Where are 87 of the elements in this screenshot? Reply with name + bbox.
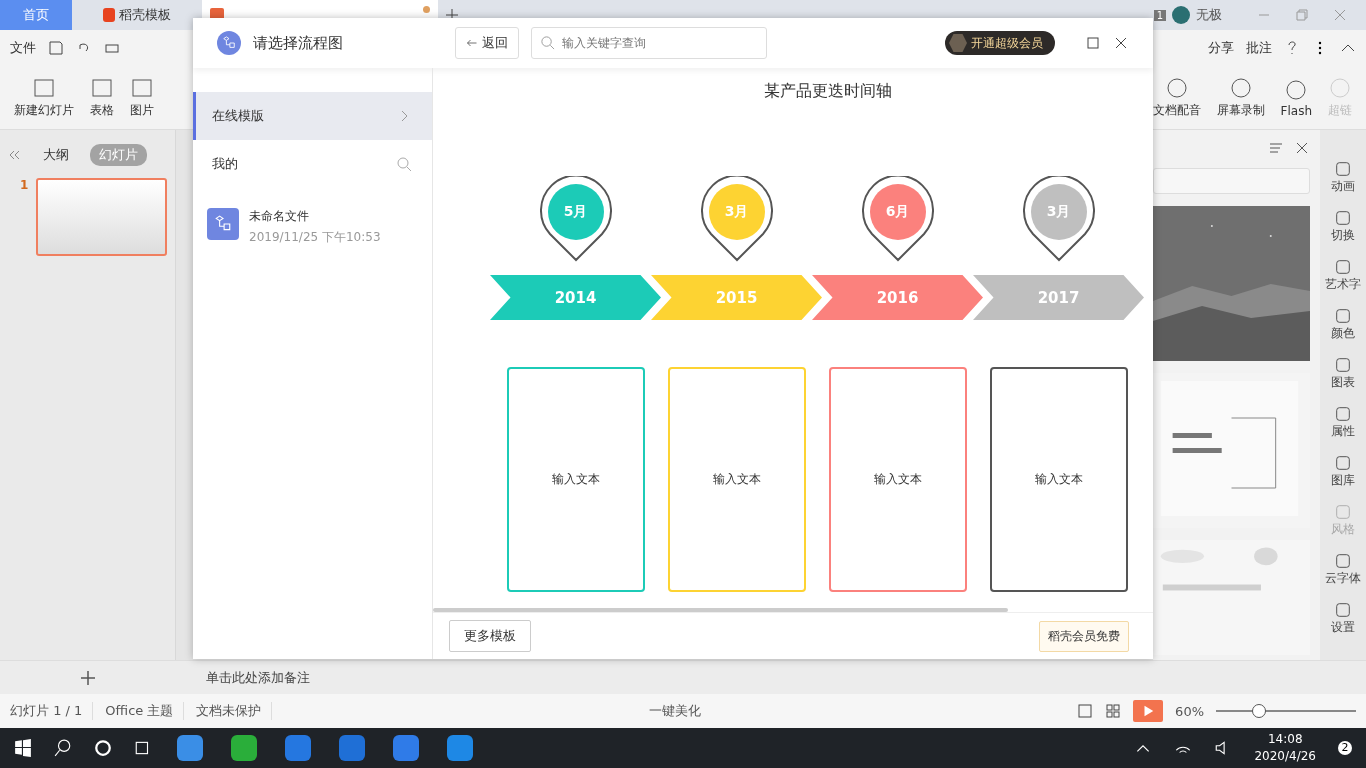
search-icon[interactable] — [54, 739, 72, 757]
side-tool-button[interactable]: 颜色 — [1331, 307, 1355, 342]
file-date: 2019/11/25 下午10:53 — [249, 229, 381, 246]
sidebar-label: 在线模版 — [212, 107, 264, 125]
text-card: 输入文本 — [667, 367, 806, 592]
tool-icon — [1334, 454, 1352, 472]
sidebar-item[interactable]: 我的 — [193, 140, 432, 188]
slide-count: 幻灯片 1 / 1 — [10, 702, 94, 720]
protection-status: 文档未保护 — [196, 702, 273, 720]
ribbon-button[interactable]: 表格 — [86, 76, 118, 119]
side-tool-button[interactable]: 属性 — [1331, 405, 1355, 440]
tool-icon — [1334, 307, 1352, 325]
side-tool-button[interactable]: 切换 — [1331, 209, 1355, 244]
zoom-level[interactable]: 60% — [1175, 703, 1204, 719]
circle-icon — [1228, 76, 1253, 100]
panel-tab[interactable]: 大纲 — [34, 144, 78, 166]
tool-icon — [1334, 552, 1352, 570]
close-icon[interactable] — [1294, 140, 1310, 156]
flowchart-icon — [217, 31, 241, 55]
tool-icon — [1334, 160, 1352, 178]
plus-icon[interactable] — [80, 669, 96, 686]
more-templates-button[interactable]: 更多模板 — [449, 620, 531, 652]
frame-icon — [32, 76, 56, 100]
maximize-icon[interactable] — [1085, 35, 1101, 51]
tool-icon — [1334, 601, 1352, 619]
circle-icon — [1328, 76, 1352, 100]
circle-icon[interactable] — [94, 739, 112, 757]
side-tool-button[interactable]: 艺术字 — [1325, 258, 1361, 293]
frame-icon — [90, 76, 114, 100]
tool-icon — [1334, 503, 1352, 521]
clock-date: 2020/4/26 — [1254, 748, 1316, 765]
document-tab[interactable] — [202, 0, 438, 18]
free-badge-button[interactable]: 稻壳会员免费 — [1039, 620, 1129, 652]
text-card: 输入文本 — [506, 367, 645, 592]
notification-count[interactable]: 2 — [1338, 741, 1352, 755]
file-item[interactable]: 未命名文件 2019/11/25 下午10:53 — [193, 188, 432, 266]
frame-icon — [130, 76, 154, 100]
ribbon-button[interactable]: 图片 — [126, 76, 158, 119]
unsaved-dot-icon — [423, 5, 430, 13]
tool-icon — [1334, 258, 1352, 276]
ribbon-button[interactable]: Flash — [1276, 77, 1316, 118]
close-icon[interactable] — [1113, 35, 1129, 51]
grid-view-icon[interactable] — [1105, 703, 1122, 719]
tool-icon — [1334, 209, 1352, 227]
file-menu[interactable]: 文件 — [10, 39, 36, 57]
windows-icon[interactable] — [14, 739, 32, 757]
tool-icon — [1334, 405, 1352, 423]
arrow-icon — [466, 37, 478, 49]
sidebar-label: 我的 — [212, 155, 238, 173]
clock-time: 14:08 — [1267, 731, 1303, 748]
presentation-icon — [210, 8, 224, 18]
document-tab[interactable]: 稻壳模板 — [78, 0, 196, 30]
flowchart-icon — [207, 208, 239, 240]
dialog-title: 请选择流程图 — [253, 33, 344, 53]
search-field[interactable]: 输入关键字查询 — [531, 27, 767, 59]
side-tool-button[interactable]: 图库 — [1331, 454, 1355, 489]
back-button[interactable]: 返回 — [455, 27, 519, 59]
vip-button[interactable]: 开通超级会员 — [945, 31, 1055, 55]
window-count[interactable]: 1 — [1153, 9, 1166, 21]
shell-logo-icon — [103, 8, 115, 22]
slide-thumbnail[interactable] — [36, 178, 167, 256]
normal-view-icon[interactable] — [1077, 703, 1094, 719]
timeline-title: 某产品更迭时间轴 — [763, 81, 893, 102]
beautify-button[interactable]: 一键美化 — [648, 702, 701, 720]
theme-name: Office 主题 — [105, 702, 185, 720]
slide-number: 1 — [20, 178, 29, 194]
text-card: 输入文本 — [828, 367, 967, 592]
circle-icon — [1284, 77, 1309, 102]
file-name: 未命名文件 — [249, 208, 310, 225]
circle-icon — [1164, 76, 1189, 100]
side-tool-button[interactable]: 云字体 — [1325, 552, 1361, 587]
tool-icon — [1334, 356, 1352, 374]
side-tool-button[interactable]: 设置 — [1331, 601, 1355, 636]
sidebar-item[interactable]: 在线模版 — [193, 92, 432, 140]
play-button[interactable] — [1133, 700, 1164, 722]
avatar-icon[interactable] — [1172, 6, 1190, 24]
text-card: 输入文本 — [989, 367, 1128, 592]
ribbon-button[interactable]: 新建幻灯片 — [10, 76, 78, 119]
side-tool-button[interactable]: 图表 — [1331, 356, 1355, 391]
toolbar-button[interactable]: 批注 — [1246, 39, 1272, 57]
side-tool-button[interactable]: 动画 — [1331, 160, 1355, 195]
toolbar-button[interactable]: 分享 — [1208, 39, 1234, 57]
save-icon[interactable] — [48, 40, 64, 56]
ribbon-button[interactable]: 屏幕录制 — [1212, 76, 1269, 119]
user-name[interactable]: 无极 — [1196, 6, 1222, 24]
search-field[interactable] — [1153, 168, 1310, 194]
sort-icon[interactable] — [1268, 140, 1284, 156]
